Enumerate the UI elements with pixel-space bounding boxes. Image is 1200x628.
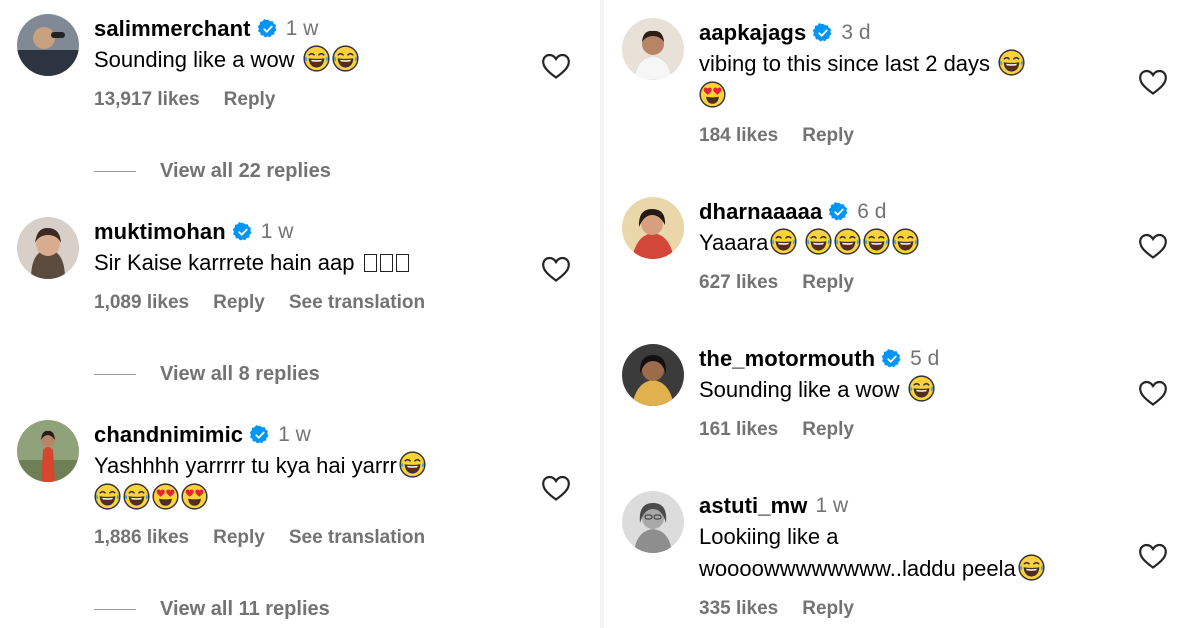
comments-column-right: aapkajags 3 d vibing to this since last …	[604, 0, 1200, 628]
comment-text: Yashhhh yarrrrr tu kya hai yarrr	[94, 450, 534, 514]
avatar[interactable]	[622, 491, 684, 553]
reply-button[interactable]: Reply	[802, 419, 854, 441]
heart-outline-icon[interactable]	[541, 255, 571, 283]
face-with-tears-of-joy-emoji	[805, 228, 832, 255]
username[interactable]: the_motormouth	[699, 346, 875, 372]
comment-timestamp[interactable]: 5 d	[910, 347, 939, 371]
comment-timestamp[interactable]: 1 w	[278, 423, 311, 447]
unrendered-glyph-box	[379, 254, 393, 272]
username[interactable]: salimmerchant	[94, 16, 251, 42]
likes-count[interactable]: 184 likes	[699, 125, 778, 147]
avatar[interactable]	[17, 217, 79, 279]
reply-button[interactable]: Reply	[213, 527, 265, 549]
reply-button[interactable]: Reply	[802, 598, 854, 620]
face-with-tears-of-joy-emoji	[863, 228, 890, 255]
verified-badge-icon	[813, 23, 833, 43]
verified-badge-icon	[829, 202, 849, 222]
comment-timestamp[interactable]: 1 w	[815, 494, 848, 518]
username[interactable]: aapkajags	[699, 20, 806, 46]
avatar[interactable]	[622, 344, 684, 406]
comments-column-left: salimmerchant 1 w Sounding like a wow 13…	[0, 0, 600, 628]
smiling-face-with-heart-eyes-emoji	[699, 81, 726, 108]
verified-badge-icon	[258, 19, 278, 39]
reply-button[interactable]: Reply	[802, 125, 854, 147]
face-with-tears-of-joy-emoji	[399, 451, 426, 478]
comment-text: Sir Kaise karrrete hain aap	[94, 247, 534, 279]
comment-timestamp[interactable]: 1 w	[286, 17, 319, 41]
comment-text-content: Sir Kaise karrrete hain aap	[94, 250, 355, 275]
view-replies-button[interactable]: View all 11 replies	[94, 598, 330, 621]
face-with-tears-of-joy-emoji	[332, 45, 359, 72]
unrendered-glyph-box	[363, 254, 377, 272]
verified-badge-icon	[233, 222, 253, 242]
username[interactable]: astuti_mw	[699, 493, 807, 519]
comment-timestamp[interactable]: 3 d	[841, 21, 870, 45]
avatar[interactable]	[622, 197, 684, 259]
reply-button[interactable]: Reply	[802, 272, 854, 294]
likes-count[interactable]: 335 likes	[699, 598, 778, 620]
face-with-tears-of-joy-emoji	[770, 228, 797, 255]
heart-outline-icon[interactable]	[541, 474, 571, 502]
view-replies-button[interactable]: View all 8 replies	[94, 363, 320, 386]
view-replies-label[interactable]: View all 11 replies	[160, 598, 330, 621]
face-with-tears-of-joy-emoji	[94, 483, 121, 510]
face-with-tears-of-joy-emoji	[998, 49, 1025, 76]
view-replies-label[interactable]: View all 22 replies	[160, 160, 331, 183]
comment-text-content: vibing to this since last 2 days	[699, 51, 991, 76]
avatar[interactable]	[17, 14, 79, 76]
avatar[interactable]	[622, 18, 684, 80]
comment-text-line: woooowwwwwwww..laddu peela	[699, 556, 1016, 581]
see-translation-link[interactable]: See translation	[289, 292, 425, 314]
comment-timestamp[interactable]: 1 w	[261, 220, 294, 244]
comment-text-content: Yaaara	[699, 230, 769, 255]
face-with-tears-of-joy-emoji	[908, 375, 935, 402]
username[interactable]: chandnimimic	[94, 422, 243, 448]
comment-text: vibing to this since last 2 days	[699, 48, 1149, 112]
comment-text-content: Sounding like a wow	[699, 377, 900, 402]
replies-divider	[94, 609, 136, 610]
comment-text: Lookiing like a woooowwwwwwww..laddu peel…	[699, 521, 1149, 585]
view-replies-button[interactable]: View all 22 replies	[94, 160, 331, 183]
verified-badge-icon	[882, 349, 902, 369]
username[interactable]: muktimohan	[94, 219, 226, 245]
heart-outline-icon[interactable]	[1138, 379, 1168, 407]
avatar[interactable]	[17, 420, 79, 482]
heart-outline-icon[interactable]	[1138, 232, 1168, 260]
face-with-tears-of-joy-emoji	[303, 45, 330, 72]
comment-text: Sounding like a wow	[94, 44, 534, 76]
comment-text-content: Sounding like a wow	[94, 47, 295, 72]
reply-button[interactable]: Reply	[224, 89, 276, 111]
likes-count[interactable]: 161 likes	[699, 419, 778, 441]
username[interactable]: dharnaaaaa	[699, 199, 822, 225]
comment-text-line: Lookiing like a	[699, 524, 839, 549]
smiling-face-with-heart-eyes-emoji	[181, 483, 208, 510]
face-with-tears-of-joy-emoji	[123, 483, 150, 510]
heart-outline-icon[interactable]	[1138, 542, 1168, 570]
replies-divider	[94, 374, 136, 375]
likes-count[interactable]: 13,917 likes	[94, 89, 200, 111]
comment-text-content: Yashhhh yarrrrr tu kya hai yarrr	[94, 453, 397, 478]
comment-timestamp[interactable]: 6 d	[857, 200, 886, 224]
verified-badge-icon	[250, 425, 270, 445]
face-with-tears-of-joy-emoji	[834, 228, 861, 255]
face-with-tears-of-joy-emoji	[892, 228, 919, 255]
comment-text: Yaaara	[699, 227, 1149, 259]
heart-outline-icon[interactable]	[541, 52, 571, 80]
likes-count[interactable]: 627 likes	[699, 272, 778, 294]
likes-count[interactable]: 1,089 likes	[94, 292, 189, 314]
smiling-face-with-heart-eyes-emoji	[152, 483, 179, 510]
comment-text: Sounding like a wow	[699, 374, 1149, 406]
see-translation-link[interactable]: See translation	[289, 527, 425, 549]
unrendered-glyph-box	[395, 254, 409, 272]
reply-button[interactable]: Reply	[213, 292, 265, 314]
view-replies-label[interactable]: View all 8 replies	[160, 363, 320, 386]
face-with-tears-of-joy-emoji	[1018, 554, 1045, 581]
likes-count[interactable]: 1,886 likes	[94, 527, 189, 549]
heart-outline-icon[interactable]	[1138, 68, 1168, 96]
replies-divider	[94, 171, 136, 172]
